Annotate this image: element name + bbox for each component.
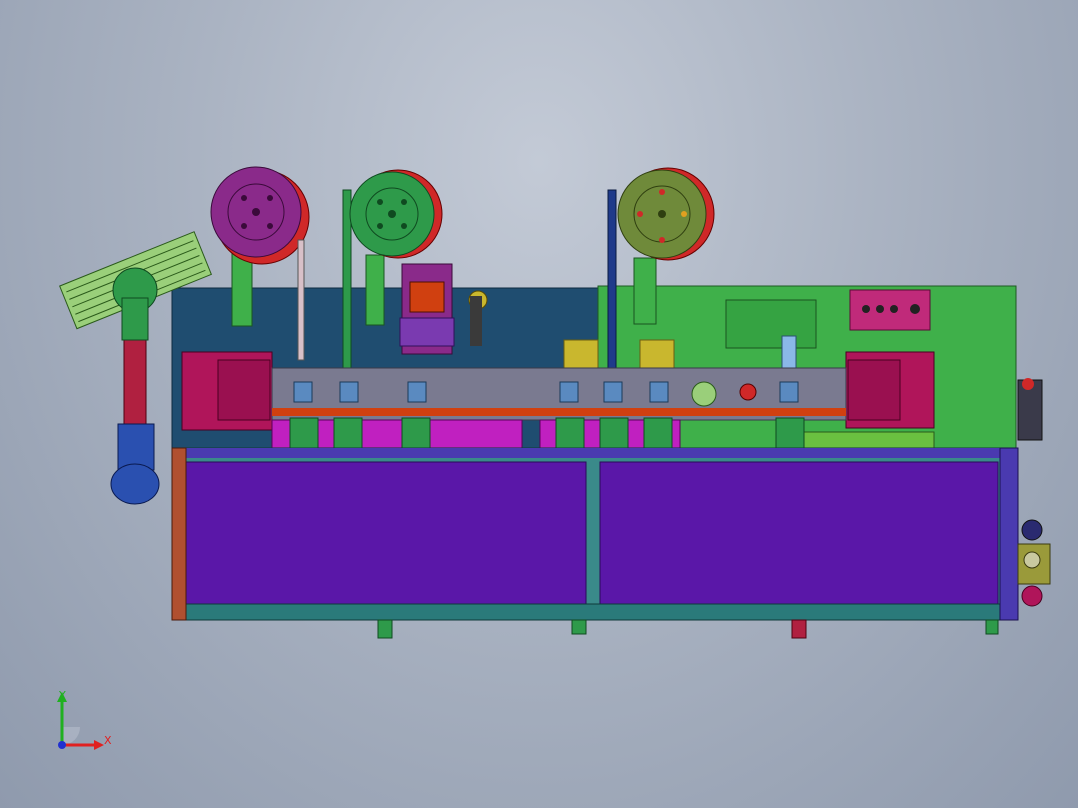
robot-arm bbox=[110, 267, 160, 505]
machine-model: Y X bbox=[57, 166, 1051, 750]
station-strip bbox=[271, 367, 935, 449]
y-axis-label: Y bbox=[58, 689, 66, 702]
left-servo-motor bbox=[181, 351, 273, 431]
right-connector-block bbox=[1017, 378, 1051, 607]
z-axis-dot bbox=[58, 741, 66, 749]
x-arrow-head bbox=[94, 740, 104, 750]
x-axis-label: X bbox=[104, 734, 112, 747]
front-cover bbox=[171, 447, 1019, 639]
axis-triad: Y X bbox=[57, 689, 112, 750]
right-servo-motor bbox=[845, 351, 935, 429]
center-mechanism bbox=[399, 263, 488, 355]
cad-viewport[interactable]: Y X bbox=[0, 0, 1078, 808]
